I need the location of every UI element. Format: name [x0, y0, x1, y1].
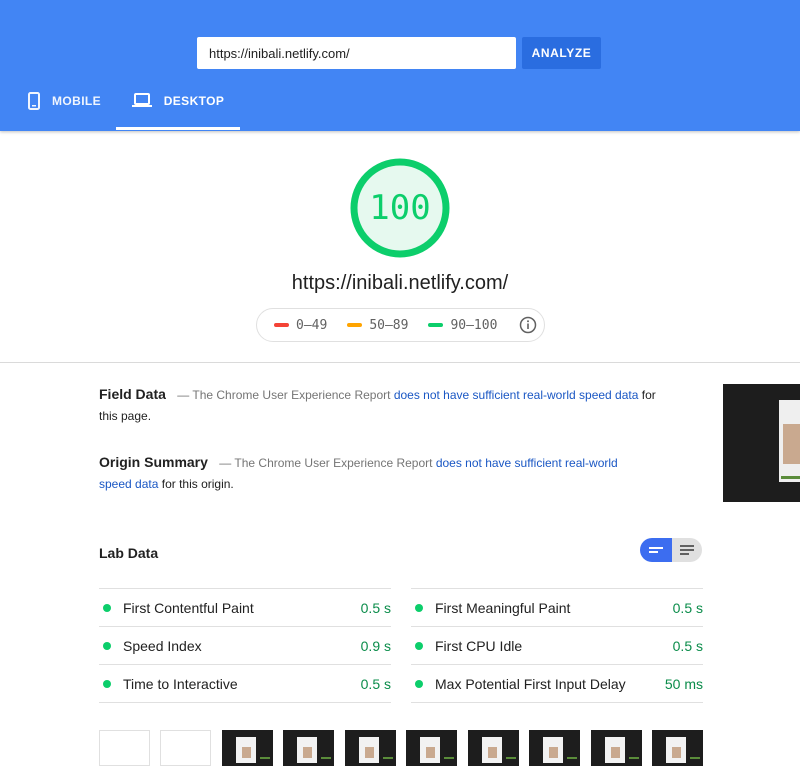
metric-value: 0.5 s	[672, 637, 703, 654]
legend-average: 50–89	[347, 318, 408, 333]
metric-first-cpu-idle: First CPU Idle 0.5 s	[411, 626, 703, 664]
frame-accent	[260, 757, 270, 759]
metric-first-contentful-paint: First Contentful Paint 0.5 s	[99, 588, 391, 626]
tab-mobile-label: MOBILE	[52, 94, 102, 108]
metric-name: First Meaningful Paint	[435, 599, 571, 616]
metric-value: 0.5 s	[360, 599, 391, 616]
filmstrip-frame	[283, 730, 334, 766]
frame-page	[666, 737, 686, 763]
field-data-link[interactable]: does not have sufficient real-world spee…	[394, 388, 639, 402]
field-data-prefix: The Chrome User Experience Report	[192, 388, 391, 402]
frame-accent	[629, 757, 639, 759]
info-icon[interactable]	[519, 316, 537, 338]
legend-average-label: 50–89	[369, 317, 409, 333]
metric-name: First CPU Idle	[435, 637, 523, 654]
field-data-section: Field Data — The Chrome User Experience …	[99, 384, 659, 427]
metric-value: 0.5 s	[360, 675, 391, 692]
final-screenshot-photo	[783, 424, 800, 464]
pass-indicator	[103, 679, 111, 688]
origin-summary-prefix: The Chrome User Experience Report	[234, 456, 433, 470]
field-data-title: Field Data	[99, 386, 166, 402]
metric-max-potential-fid: Max Potential First Input Delay 50 ms	[411, 664, 703, 702]
legend-average-bar	[347, 323, 363, 327]
pass-indicator	[103, 603, 111, 612]
analyze-button[interactable]: ANALYZE	[522, 37, 601, 69]
frame-accent	[506, 757, 516, 759]
metric-value: 0.5 s	[672, 599, 703, 616]
metrics-bottom-border	[411, 702, 703, 703]
frame-page	[420, 737, 440, 763]
header-bar: ANALYZE MOBILE DESKTOP	[0, 0, 800, 131]
origin-summary-section: Origin Summary — The Chrome User Experie…	[99, 452, 644, 495]
frame-accent	[567, 757, 577, 759]
expanded-list-icon	[680, 545, 694, 555]
expanded-view-button[interactable]	[672, 538, 702, 562]
metric-name: Speed Index	[123, 637, 202, 654]
legend-pass-bar	[428, 323, 444, 327]
frame-page	[297, 737, 317, 763]
metrics-view-toggle[interactable]	[640, 538, 702, 562]
legend-fail-label: 0–49	[296, 317, 328, 333]
metrics-bottom-border	[99, 702, 391, 703]
legend-fail-bar	[274, 323, 289, 327]
origin-summary-title: Origin Summary	[99, 454, 208, 470]
compact-view-button[interactable]	[640, 538, 672, 562]
frame-accent	[383, 757, 393, 759]
filmstrip-frame	[99, 730, 150, 766]
phone-icon	[28, 92, 40, 113]
section-divider	[0, 362, 800, 363]
filmstrip-frame	[160, 730, 211, 766]
score-legend: 0–49 50–89 90–100	[256, 308, 545, 342]
metric-name: Time to Interactive	[123, 675, 238, 692]
frame-page	[605, 737, 625, 763]
frame-accent	[321, 757, 331, 759]
filmstrip-frame	[222, 730, 273, 766]
metric-name: Max Potential First Input Delay	[435, 675, 626, 692]
origin-summary-dash: —	[219, 456, 232, 470]
compact-list-icon	[649, 547, 663, 553]
lab-data-title: Lab Data	[99, 545, 159, 561]
frame-accent	[444, 757, 454, 759]
frame-page	[543, 737, 563, 763]
metric-name: First Contentful Paint	[123, 599, 254, 616]
filmstrip-frame	[652, 730, 703, 766]
filmstrip-frame	[345, 730, 396, 766]
tab-desktop[interactable]: DESKTOP	[116, 92, 240, 131]
filmstrip-frame	[468, 730, 519, 766]
final-screenshot-accent	[781, 476, 800, 479]
pass-indicator	[415, 641, 423, 650]
final-screenshot	[723, 384, 800, 502]
origin-summary-suffix: for this origin.	[161, 477, 234, 491]
legend-pass-label: 90–100	[450, 317, 498, 333]
tab-mobile[interactable]: MOBILE	[28, 92, 101, 131]
filmstrip-frame	[529, 730, 580, 766]
legend-fail: 0–49	[274, 318, 327, 333]
metric-value: 50 ms	[664, 675, 703, 692]
legend-pass: 90–100	[428, 318, 497, 333]
metric-value: 0.9 s	[360, 637, 391, 654]
laptop-icon	[131, 92, 152, 111]
frame-page	[482, 737, 502, 763]
frame-page	[359, 737, 379, 763]
frame-accent	[690, 757, 700, 759]
filmstrip-frame	[406, 730, 457, 766]
metric-time-to-interactive: Time to Interactive 0.5 s	[99, 664, 391, 702]
active-tab-indicator	[116, 127, 240, 130]
performance-score: 100	[369, 188, 431, 228]
url-input[interactable]	[197, 37, 516, 69]
filmstrip-frame	[591, 730, 642, 766]
pass-indicator	[415, 679, 423, 688]
pass-indicator	[103, 641, 111, 650]
metric-first-meaningful-paint: First Meaningful Paint 0.5 s	[411, 588, 703, 626]
pass-indicator	[415, 603, 423, 612]
tested-url: https://inibali.netlify.com/	[291, 272, 509, 294]
metric-speed-index: Speed Index 0.9 s	[99, 626, 391, 664]
frame-page	[236, 737, 256, 763]
tab-desktop-label: DESKTOP	[163, 94, 225, 108]
field-data-dash: —	[177, 388, 190, 402]
